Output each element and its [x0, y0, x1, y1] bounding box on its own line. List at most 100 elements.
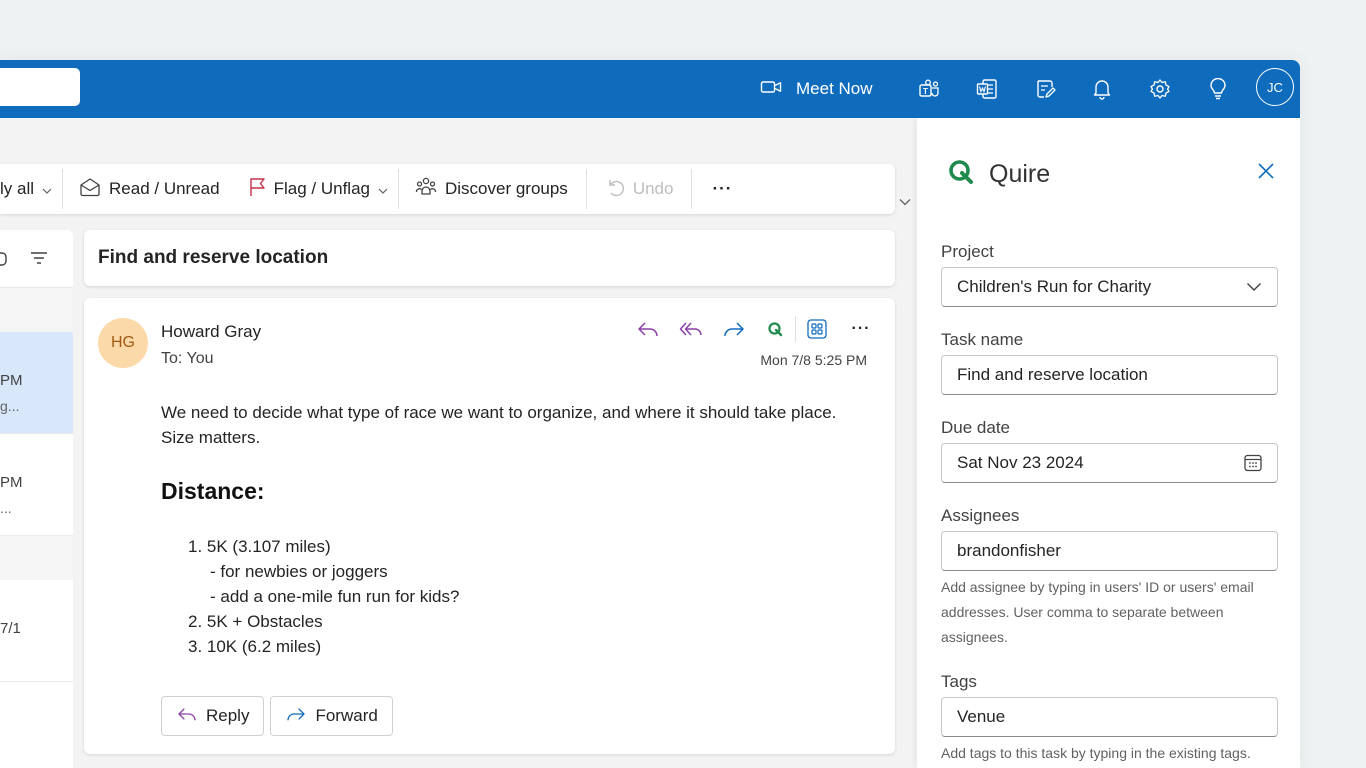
- list-line: 2. 5K + Obstacles: [188, 612, 323, 631]
- task-name-label: Task name: [941, 330, 1024, 349]
- message-date: Mon 7/8 5:25 PM: [760, 352, 867, 368]
- assignees-hint: Add assignee by typing in users' ID or u…: [941, 579, 1254, 645]
- quire-header: Quire: [947, 158, 1050, 191]
- flag-unflag-label: Flag / Unflag: [273, 179, 370, 198]
- body-heading: Distance:: [161, 478, 265, 504]
- forward-icon: [285, 706, 307, 727]
- undo-icon: [605, 177, 625, 202]
- envelope-open-icon: [79, 177, 101, 202]
- reply-icon[interactable]: [626, 314, 669, 344]
- assignees-value: brandonfisher: [957, 541, 1061, 560]
- tags-label: Tags: [941, 672, 977, 691]
- tags-value: Venue: [957, 707, 1006, 726]
- flag-icon: [248, 177, 266, 202]
- discover-groups-label: Discover groups: [444, 179, 568, 198]
- list-line: 3. 10K (6.2 miles): [188, 637, 322, 656]
- list-item[interactable]: PM g...: [0, 332, 73, 434]
- filter-icon[interactable]: [30, 251, 48, 270]
- forward-label: Forward: [315, 706, 378, 725]
- project-select[interactable]: Children's Run for Charity: [941, 267, 1278, 307]
- reply-all-icon[interactable]: [669, 314, 712, 344]
- user-avatar[interactable]: JC: [1256, 68, 1294, 106]
- recipient-line: To: You: [161, 350, 214, 367]
- close-icon[interactable]: [1257, 162, 1275, 185]
- gear-icon[interactable]: [1145, 74, 1175, 104]
- task-name-input[interactable]: Find and reserve location: [941, 355, 1278, 395]
- select-mode-icon[interactable]: [0, 250, 8, 273]
- reading-pane: HG Howard Gray To: You Mon 7/8 5:25 PM ·…: [84, 298, 895, 754]
- list-item[interactable]: PM ...: [0, 434, 73, 536]
- item-time: PM: [0, 474, 23, 491]
- body-list: 1. 5K (3.107 miles) - for newbies or jog…: [188, 534, 459, 659]
- project-label: Project: [941, 242, 994, 261]
- item-preview: g...: [0, 398, 20, 414]
- more-options-button[interactable]: ···: [692, 164, 742, 214]
- message-more-button[interactable]: ···: [838, 314, 884, 344]
- item-preview: ...: [0, 500, 12, 516]
- search-input[interactable]: [0, 68, 80, 106]
- discover-groups-button[interactable]: Discover groups: [399, 164, 586, 214]
- item-time: 7/1: [0, 620, 21, 637]
- chevron-down-icon: [378, 179, 388, 199]
- teams-icon[interactable]: T: [914, 74, 944, 104]
- video-camera-icon: [760, 79, 782, 100]
- notes-icon[interactable]: [1030, 74, 1060, 104]
- apps-grid-icon[interactable]: [796, 314, 838, 344]
- sender-name[interactable]: Howard Gray: [161, 322, 261, 342]
- reply-icon: [176, 706, 198, 727]
- message-body: We need to decide what type of race we w…: [161, 403, 837, 447]
- list-line: 1. 5K (3.107 miles): [188, 537, 331, 556]
- quire-addin-pane: Quire Project Children's Run for Charity…: [917, 118, 1300, 768]
- sender-avatar[interactable]: HG: [98, 318, 148, 368]
- bell-icon[interactable]: [1087, 74, 1117, 104]
- top-bar: Meet Now T JC: [0, 60, 1300, 118]
- read-unread-button[interactable]: Read / Unread: [63, 164, 234, 214]
- project-value: Children's Run for Charity: [957, 277, 1152, 296]
- undo-button[interactable]: Undo: [587, 164, 692, 214]
- assignees-input[interactable]: brandonfisher: [941, 531, 1278, 571]
- forward-icon[interactable]: [712, 314, 755, 344]
- task-name-value: Find and reserve location: [957, 365, 1148, 384]
- reply-all-button[interactable]: ly all: [0, 164, 62, 214]
- message-subject: Find and reserve location: [84, 230, 895, 286]
- reply-label: Reply: [206, 706, 250, 725]
- list-line: - add a one-mile fun run for kids?: [210, 587, 460, 606]
- chevron-down-icon: [42, 179, 52, 199]
- due-date-value: Sat Nov 23 2024: [957, 453, 1084, 472]
- quire-logo-icon: [947, 158, 975, 191]
- reply-button[interactable]: Reply: [161, 696, 265, 736]
- due-date-input[interactable]: Sat Nov 23 2024: [941, 443, 1278, 483]
- word-icon[interactable]: [972, 74, 1002, 104]
- message-actions: ···: [626, 314, 884, 344]
- undo-label: Undo: [632, 179, 674, 198]
- read-unread-label: Read / Unread: [109, 179, 220, 198]
- calendar-icon[interactable]: [1244, 454, 1262, 472]
- forward-button[interactable]: Forward: [270, 696, 393, 736]
- command-toolbar: ly all Read / Unread Flag / Unflag Disco…: [0, 164, 895, 214]
- reply-all-label: ly all: [0, 179, 35, 198]
- toolbar-expand-chevron-icon[interactable]: [899, 193, 911, 211]
- message-list: PM g... PM ... 7/1: [0, 230, 73, 768]
- quire-addin-icon[interactable]: [755, 314, 795, 344]
- list-group-header: [0, 288, 73, 332]
- outlook-window: Meet Now T JC ly all Read / Unread Flag …: [0, 60, 1300, 768]
- flag-unflag-button[interactable]: Flag / Unflag: [234, 164, 398, 214]
- lightbulb-icon[interactable]: [1203, 74, 1233, 104]
- people-group-icon: [415, 176, 437, 203]
- message-list-header: [0, 230, 73, 288]
- chevron-down-icon: [1246, 282, 1262, 292]
- svg-text:T: T: [923, 87, 928, 96]
- list-item[interactable]: 7/1: [0, 580, 73, 682]
- item-time: PM: [0, 372, 23, 389]
- list-group-header: [0, 536, 73, 580]
- due-date-label: Due date: [941, 418, 1010, 437]
- meet-now-label: Meet Now: [796, 79, 873, 98]
- more-label: ···: [712, 179, 733, 198]
- assignees-label: Assignees: [941, 506, 1020, 525]
- meet-now-button[interactable]: Meet Now: [760, 74, 873, 104]
- quire-title: Quire: [989, 160, 1051, 188]
- reply-buttons: Reply Forward: [161, 696, 393, 736]
- tags-input[interactable]: Venue: [941, 697, 1278, 737]
- tags-hint: Add tags to this task by typing in the e…: [941, 745, 1251, 761]
- list-line: - for newbies or joggers: [210, 562, 388, 581]
